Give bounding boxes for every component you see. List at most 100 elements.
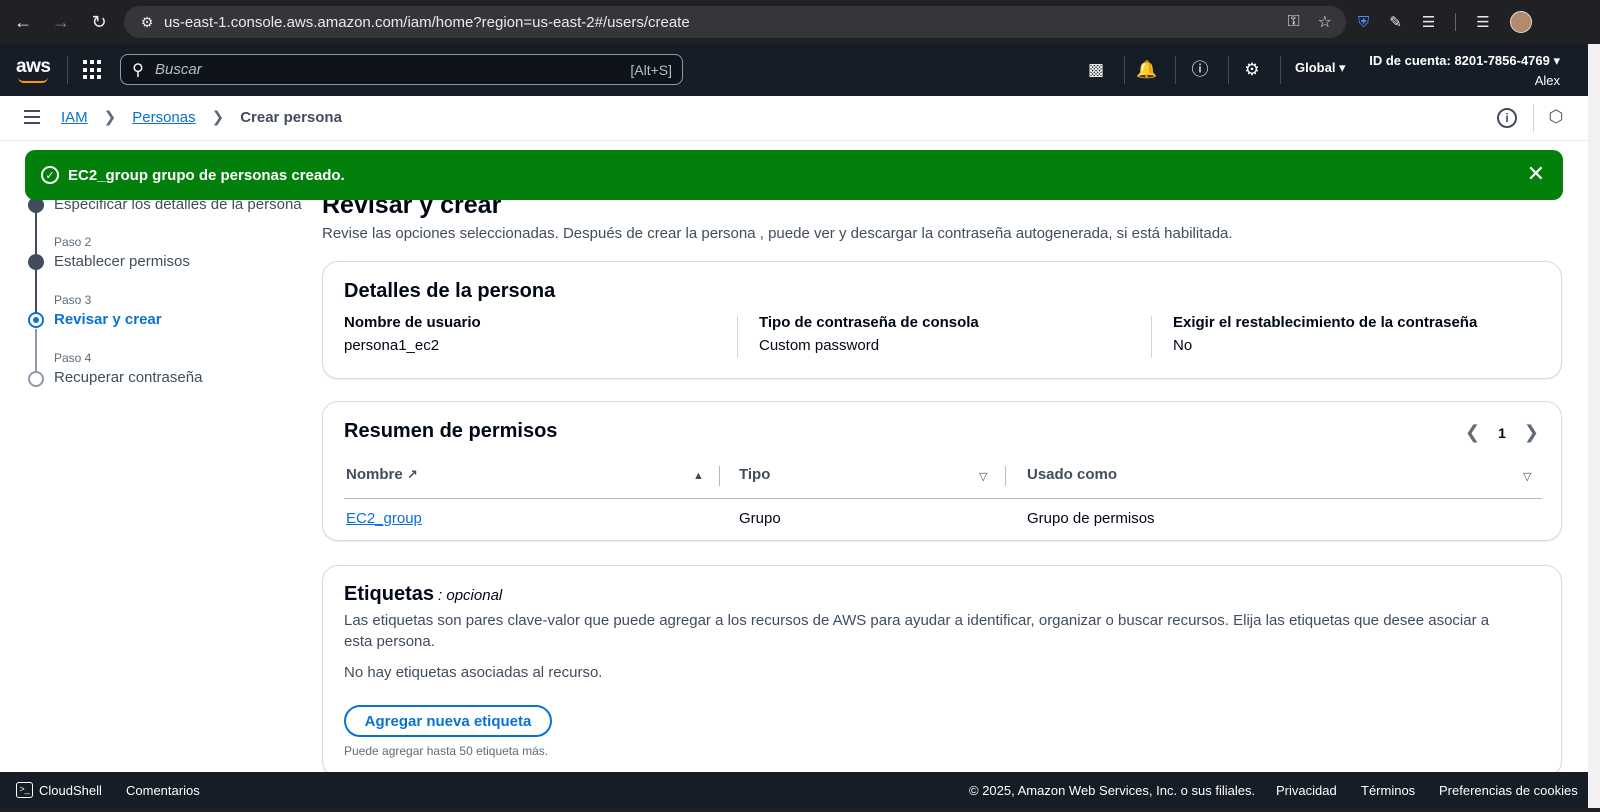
search-box[interactable]: ⚲ [Alt+S] [120, 54, 683, 85]
tags-empty-message: No hay etiquetas asociadas al recurso. [344, 664, 603, 681]
account-menu[interactable]: ID de cuenta: 8201-7856-4769 ▾ Alex [1369, 51, 1560, 91]
step-connector [35, 329, 37, 375]
step-4-label: Recuperar contraseña [54, 369, 203, 386]
group-link[interactable]: EC2_group [346, 510, 422, 527]
page-number[interactable]: 1 [1498, 425, 1506, 441]
terms-link[interactable]: Términos [1361, 783, 1415, 798]
step-2-indicator [28, 254, 44, 270]
permissions-title: Resumen de permisos [344, 420, 558, 442]
back-icon[interactable]: ← [4, 0, 42, 44]
step-2-label[interactable]: Establecer permisos [54, 253, 190, 270]
close-icon[interactable]: ✕ [1527, 163, 1545, 185]
account-id[interactable]: ID de cuenta: 8201-7856-4769 ▾ [1369, 51, 1560, 71]
menu-hamburger-icon[interactable] [24, 110, 40, 124]
search-icon: ⚲ [132, 61, 144, 79]
address-bar[interactable]: ⚙ us-east-1.console.aws.amazon.com/iam/h… [124, 6, 1346, 38]
url-text[interactable]: us-east-1.console.aws.amazon.com/iam/hom… [164, 14, 690, 31]
column-header-nombre[interactable]: Nombre ↗ [346, 466, 418, 483]
settings-gear-icon[interactable]: ⚙ [1240, 58, 1264, 82]
reading-list-icon[interactable]: ☰ [1476, 13, 1489, 31]
nav-divider [67, 56, 68, 84]
toolbar-divider [1455, 13, 1457, 31]
column-header-usado-como[interactable]: Usado como [1027, 466, 1117, 483]
profile-avatar[interactable] [1509, 11, 1532, 33]
password-type-value: Custom password [759, 337, 880, 354]
column-divider [1151, 316, 1152, 358]
column-header-tipo[interactable]: Tipo [739, 466, 770, 483]
sort-icon[interactable]: ▽ [1523, 470, 1531, 483]
search-shortcut: [Alt+S] [630, 61, 672, 78]
site-info-icon[interactable]: ⚙ [132, 14, 162, 31]
step-4-number: Paso 4 [54, 351, 92, 365]
comments-link[interactable]: Comentarios [126, 783, 200, 798]
notifications-bell-icon[interactable]: 🔔 [1135, 58, 1159, 82]
table-cell-tipo: Grupo [739, 510, 781, 527]
success-flash-banner: ✓ EC2_group grupo de personas creado. ✕ [25, 150, 1563, 200]
breadcrumb-personas[interactable]: Personas [132, 109, 195, 126]
cloudshell-icon[interactable]: ▩ [1084, 58, 1108, 82]
extension-pen-icon[interactable]: ✎ [1389, 13, 1402, 31]
username-field: Nombre de usuario persona1_ec2 [344, 314, 481, 354]
nav-divider [1175, 56, 1176, 84]
sort-icon[interactable]: ▽ [979, 470, 987, 483]
extension-shield-icon[interactable]: ⛨ [1358, 14, 1369, 31]
console-footer: >_ CloudShell Comentarios © 2025, Amazon… [0, 772, 1588, 808]
flash-message: EC2_group grupo de personas creado. [68, 166, 345, 184]
extensions-puzzle-icon[interactable]: ☰ [1422, 13, 1435, 31]
reload-icon[interactable]: ↻ [80, 0, 118, 44]
chevron-left-icon[interactable]: ❮ [1465, 422, 1480, 443]
password-type-field: Tipo de contraseña de consola Custom pas… [759, 314, 979, 354]
breadcrumb-bar: IAM ❯ Personas ❯ Crear persona i ⬡ [0, 96, 1588, 141]
step-3-label: Revisar y crear [54, 311, 162, 328]
password-type-label: Tipo de contraseña de consola [759, 314, 979, 331]
breadcrumb-iam[interactable]: IAM [61, 109, 88, 126]
info-icon[interactable]: i [1497, 108, 1517, 128]
username-value: persona1_ec2 [344, 337, 440, 354]
column-divider [719, 466, 720, 486]
search-input[interactable] [155, 61, 631, 78]
forward-icon[interactable]: → [42, 0, 80, 44]
tags-card: Etiquetas: opcional Las etiquetas son pa… [322, 565, 1562, 777]
step-3-number: Paso 3 [54, 293, 92, 307]
help-icon[interactable]: ⓘ [1188, 58, 1212, 82]
aws-logo-smile [18, 77, 48, 83]
nav-divider [1280, 56, 1281, 84]
page-scrollbar[interactable] [1588, 44, 1600, 812]
cookie-preferences-link[interactable]: Preferencias de cookies [1439, 783, 1578, 798]
password-reset-label: Exigir el restablecimiento de la contras… [1173, 314, 1478, 331]
tags-limit-hint: Puede agregar hasta 50 etiqueta más. [344, 744, 549, 758]
account-user: Alex [1534, 73, 1560, 88]
privacy-link[interactable]: Privacidad [1276, 783, 1337, 798]
aws-logo-text: aws [16, 56, 51, 77]
region-selector[interactable]: Global ▾ [1295, 60, 1346, 76]
add-tag-button[interactable]: Agregar nueva etiqueta [344, 705, 552, 737]
table-header-divider [344, 498, 1542, 499]
chevron-right-icon: ❯ [211, 109, 225, 126]
step-4-indicator [28, 371, 44, 387]
nav-divider [1228, 56, 1229, 84]
wizard-steps: Especificar los detalles de la persona P… [0, 141, 310, 771]
cloudshell-icon[interactable]: >_ [16, 782, 33, 798]
nav-divider [1124, 56, 1125, 84]
services-grid-icon[interactable] [83, 60, 103, 80]
window-bottom-edge [0, 808, 1600, 812]
tags-title-text: Etiquetas [344, 583, 435, 605]
column-divider [1005, 466, 1006, 486]
preferences-hex-icon[interactable]: ⬡ [1547, 108, 1565, 126]
chevron-right-icon[interactable]: ❯ [1524, 422, 1539, 443]
pagination: ❮ 1 ❯ [1465, 422, 1539, 443]
username-label: Nombre de usuario [344, 314, 481, 331]
permissions-card: Resumen de permisos ❮ 1 ❯ Nombre ↗ ▲ Tip… [322, 401, 1562, 541]
step-3-indicator [28, 312, 44, 328]
cloudshell-link[interactable]: CloudShell [39, 783, 102, 798]
column-divider [737, 316, 738, 358]
password-reset-value: No [1173, 337, 1193, 354]
chevron-right-icon: ❯ [103, 109, 117, 126]
bookmark-star-icon[interactable]: ☆ [1318, 12, 1332, 32]
sort-ascending-icon[interactable]: ▲ [693, 470, 704, 482]
key-icon[interactable]: ⚿ [1287, 13, 1299, 31]
external-link-icon: ↗ [406, 467, 418, 482]
tags-title: Etiquetas: opcional [344, 583, 502, 606]
aws-logo[interactable]: aws [16, 56, 51, 83]
breadcrumb-current: Crear persona [240, 108, 342, 126]
